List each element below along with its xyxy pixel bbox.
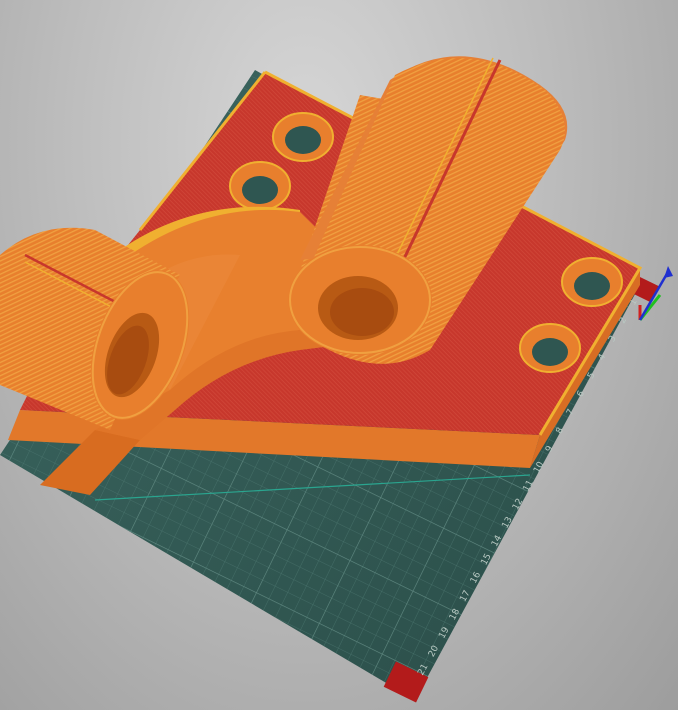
mounting-hole (519, 323, 581, 373)
mounting-hole (561, 257, 623, 307)
mounting-hole (272, 112, 334, 162)
mounting-hole (229, 161, 291, 211)
3d-viewport[interactable]: 1 2 3 4 5 6 7 8 9 10 11 12 13 14 15 16 17 18 19 20 21 (0, 0, 678, 710)
print-preview-scene[interactable]: 123456789101112131415161718192021 (0, 0, 678, 710)
